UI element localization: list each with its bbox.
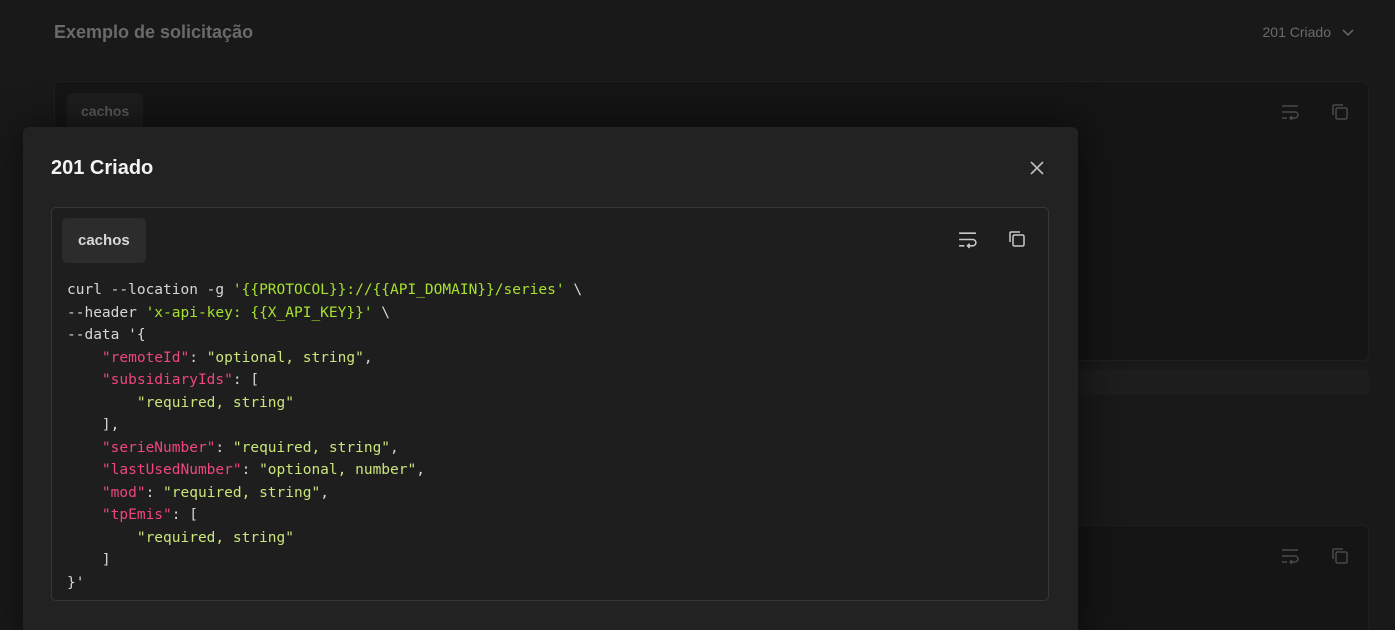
code-token: : [ <box>232 372 260 388</box>
code-token: : <box>215 439 233 456</box>
code-line: }' <box>67 572 582 595</box>
code-token: "required, string" <box>232 439 391 456</box>
code-token: : [ <box>171 507 198 523</box>
copy-icon <box>1009 231 1025 247</box>
code-line: "required, string" <box>67 527 582 550</box>
chevron-down-icon <box>1342 29 1354 37</box>
response-status-label: 201 Criado <box>1262 24 1332 40</box>
code-token: "tpEmis" <box>101 507 172 523</box>
code-line: "mod": "required, string", <box>67 482 582 505</box>
code-token: --header <box>67 304 146 321</box>
code-token: 'x-api-key: {{X_API_KEY}}' <box>145 304 373 321</box>
wrap-lines-icon[interactable] <box>1280 546 1300 566</box>
code-token: "optional, number" <box>259 462 417 478</box>
code-token: "optional, string" <box>206 349 364 366</box>
code-line: "subsidiaryIds": [ <box>67 369 582 392</box>
request-example-title: Exemplo de solicitação <box>54 21 254 42</box>
code-line: ], <box>67 414 582 437</box>
copy-icon[interactable] <box>1330 102 1350 122</box>
wrap-lines-button[interactable] <box>956 228 978 250</box>
code-token: curl --location -g <box>67 282 233 298</box>
code-token: ] <box>67 552 111 568</box>
code-token: : <box>241 462 260 478</box>
code-line: --data '{ <box>67 324 582 347</box>
code-token: , <box>390 439 399 456</box>
code-token: , <box>416 462 425 478</box>
code-token: ], <box>67 417 120 433</box>
code-line: "required, string" <box>67 392 582 415</box>
code-token: "mod" <box>101 484 146 501</box>
close-icon <box>1030 161 1044 175</box>
code-token: "required, string" <box>163 484 321 501</box>
copy-icon[interactable] <box>1330 546 1350 566</box>
code-token: \ <box>372 304 391 321</box>
code-language-tab[interactable]: cachos <box>62 218 146 263</box>
code-token: : <box>145 484 164 501</box>
code-token: "remoteId" <box>101 349 190 366</box>
code-token: '{{PROTOCOL}}://{{API_DOMAIN}}/series' <box>232 282 565 298</box>
code-token: "subsidiaryIds" <box>101 372 233 388</box>
code-token: \ <box>564 282 583 298</box>
code-token: --data '{ <box>67 327 146 343</box>
code-line: "remoteId": "optional, string", <box>67 347 582 370</box>
code-line: "lastUsedNumber": "optional, number", <box>67 459 582 482</box>
code-token: "required, string" <box>136 529 294 546</box>
code-token: "lastUsedNumber" <box>101 462 242 478</box>
code-token: , <box>320 484 329 501</box>
copy-button[interactable] <box>1006 228 1028 250</box>
code-line: curl --location -g '{{PROTOCOL}}://{{API… <box>67 279 582 302</box>
close-button[interactable] <box>1026 157 1048 179</box>
request-example-header: Exemplo de solicitação 201 Criado <box>54 20 1355 44</box>
code-token: }' <box>67 574 85 591</box>
code-line: ] <box>67 549 582 572</box>
code-token: : <box>189 349 207 366</box>
modal-title: 201 Criado <box>51 157 154 179</box>
code-token: , <box>363 349 373 366</box>
code-token: "serieNumber" <box>101 439 216 456</box>
response-modal: 201 Criado cachos curl --location -g '{{… <box>23 127 1078 630</box>
wrap-lines-icon[interactable] <box>1280 102 1300 122</box>
code-token: "required, string" <box>136 394 294 411</box>
wrap-lines-icon <box>958 231 977 248</box>
code-snippet: curl --location -g '{{PROTOCOL}}://{{API… <box>67 279 582 594</box>
response-status-select[interactable]: 201 Criado <box>1263 24 1356 40</box>
background-code-tab[interactable]: cachos <box>67 93 144 129</box>
code-line: --header 'x-api-key: {{X_API_KEY}}' \ <box>67 302 582 325</box>
code-panel: cachos curl --location -g '{{PROTOCOL}}:… <box>51 207 1049 601</box>
code-line: "tpEmis": [ <box>67 504 582 527</box>
code-line: "serieNumber": "required, string", <box>67 437 582 460</box>
code-toolbar <box>956 228 1028 250</box>
